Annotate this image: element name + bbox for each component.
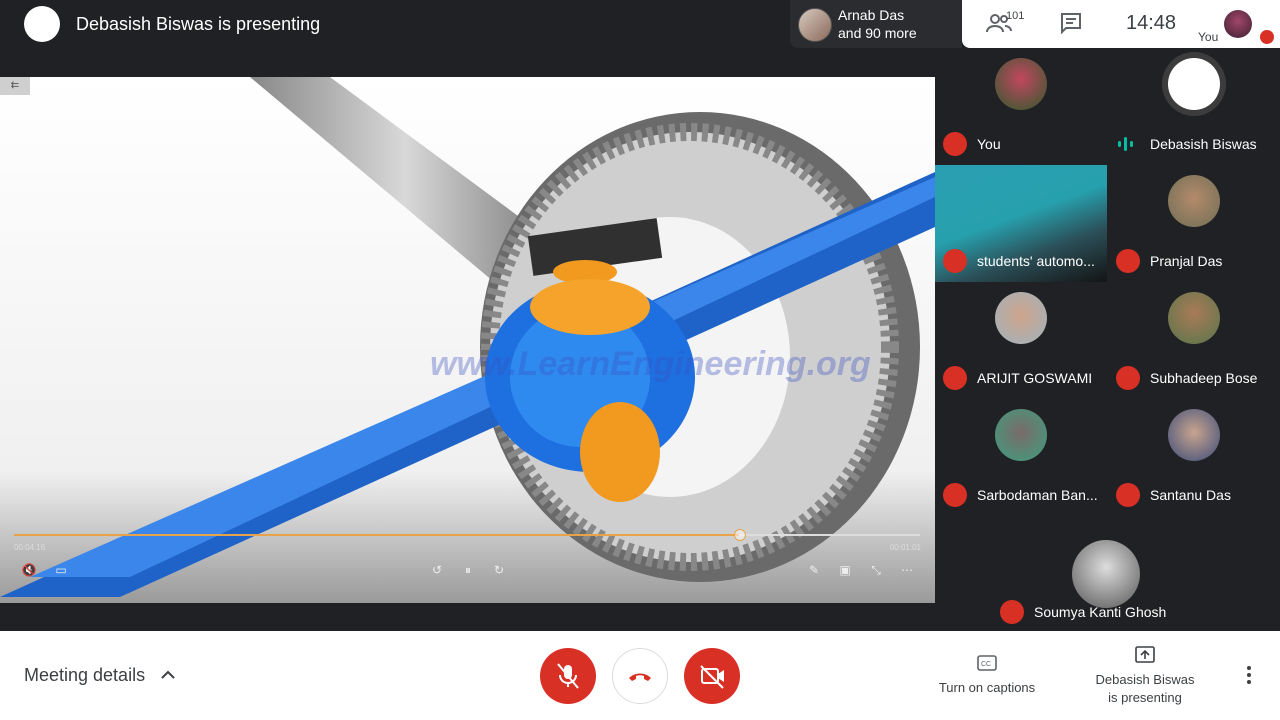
avatar: [995, 292, 1047, 344]
presenter-avatar: [24, 6, 60, 42]
participant-tile[interactable]: Subhadeep Bose: [1108, 282, 1280, 399]
more-options-icon[interactable]: [1242, 665, 1256, 685]
avatar: [1072, 540, 1140, 608]
mic-off-icon: [943, 132, 967, 156]
participant-name: Sarbodaman Ban...: [977, 487, 1098, 503]
self-avatar[interactable]: [1224, 10, 1252, 38]
differential-gear-illustration: www.LearnEngineering.org: [0, 77, 935, 603]
mic-off-icon: [1116, 366, 1140, 390]
mic-off-icon: [1116, 249, 1140, 273]
video-progress-bar[interactable]: [14, 529, 920, 541]
joined-text: Arnab Das and 90 more: [838, 6, 917, 42]
hang-up-icon: [629, 673, 651, 681]
participant-tile[interactable]: Santanu Das: [1108, 399, 1280, 516]
more-options-icon[interactable]: ⋯: [898, 561, 916, 579]
presenter-title: Debasish Biswas is presenting: [76, 14, 321, 34]
avatar: [1168, 409, 1220, 461]
avatar: [1168, 58, 1220, 110]
mic-off-icon: [1260, 30, 1274, 44]
leave-call-button[interactable]: [612, 648, 668, 704]
mic-off-icon: [943, 249, 967, 273]
participant-tile[interactable]: Debasish Biswas: [1108, 48, 1280, 165]
video-total: 00:01:01: [889, 543, 921, 552]
participant-tile-video[interactable]: students' automo...: [935, 165, 1107, 282]
avatar: [995, 58, 1047, 110]
participant-tile[interactable]: Sarbodaman Ban...: [935, 399, 1107, 516]
video-progress-fill: [14, 534, 739, 536]
participant-name: students' automo...: [977, 253, 1095, 269]
top-bar: Debasish Biswas is presenting Arnab Das …: [0, 0, 1280, 48]
volume-mute-icon[interactable]: 🔇: [20, 561, 38, 579]
top-right-toolbox: 101 14:48 You: [962, 0, 1280, 48]
meeting-details-button[interactable]: Meeting details: [24, 665, 145, 686]
presentation-stage[interactable]: www.LearnEngineering.org ⇇ 00:04:16 00:0…: [0, 77, 935, 603]
participant-grid: You Debasish Biswas students' automo... …: [935, 48, 1280, 631]
clock: 14:48: [1126, 12, 1177, 34]
mic-off-icon: [943, 366, 967, 390]
presenting-button[interactable]: Debasish Biswas is presenting: [1090, 671, 1200, 707]
back-button[interactable]: ⇇: [0, 77, 30, 95]
presenting-status: is presenting: [1108, 690, 1182, 705]
speaking-indicator-icon: [1118, 137, 1133, 151]
forward-30-icon[interactable]: ↻: [490, 561, 508, 579]
participant-name: Santanu Das: [1150, 487, 1231, 503]
joined-more: and 90 more: [838, 25, 917, 41]
video-progress-knob[interactable]: [733, 529, 746, 541]
subtitles-icon[interactable]: ▭: [52, 561, 70, 579]
camera-off-icon: [700, 665, 724, 689]
chat-button[interactable]: [1060, 12, 1082, 39]
video-elapsed: 00:04:16: [14, 543, 46, 552]
picture-in-picture-icon[interactable]: ▣: [836, 561, 854, 579]
pause-icon[interactable]: ⏸: [459, 561, 477, 579]
bottom-bar: Meeting details CC Turn on captions Deba…: [0, 631, 1280, 720]
camera-toggle-button[interactable]: [684, 648, 740, 704]
watermark-text: www.LearnEngineering.org: [430, 345, 871, 383]
participant-tile[interactable]: Soumya Kanti Ghosh: [992, 516, 1223, 631]
avatar: [1168, 292, 1220, 344]
recently-joined-chip[interactable]: Arnab Das and 90 more: [790, 0, 962, 48]
rewind-10-icon[interactable]: ↺: [428, 561, 446, 579]
captions-button[interactable]: Turn on captions: [935, 680, 1039, 695]
mic-off-icon: [557, 663, 579, 689]
avatar: [1168, 175, 1220, 227]
participant-name: Pranjal Das: [1150, 253, 1223, 269]
participant-name: ARIJIT GOSWAMI: [977, 370, 1093, 386]
mic-toggle-button[interactable]: [540, 648, 596, 704]
avatar: [995, 409, 1047, 461]
mic-off-icon: [1000, 600, 1024, 624]
participant-tile[interactable]: ARIJIT GOSWAMI: [935, 282, 1107, 399]
people-count: 101: [1006, 10, 1025, 22]
chat-icon: [1061, 13, 1081, 35]
present-screen-icon: [1135, 646, 1155, 663]
pen-icon[interactable]: ✎: [805, 561, 823, 579]
participant-name: You: [977, 136, 1001, 152]
participant-name: Subhadeep Bose: [1150, 370, 1258, 386]
svg-text:CC: CC: [981, 661, 991, 668]
mic-off-icon: [943, 483, 967, 507]
joined-name: Arnab Das: [838, 7, 905, 23]
participant-tile[interactable]: Pranjal Das: [1108, 165, 1280, 282]
participant-name: Soumya Kanti Ghosh: [1034, 604, 1167, 620]
captions-icon: CC: [977, 655, 997, 671]
presenting-name: Debasish Biswas: [1095, 672, 1195, 687]
mic-off-icon: [1116, 483, 1140, 507]
chevron-up-icon[interactable]: [160, 669, 176, 679]
exit-fullscreen-icon[interactable]: ⤡: [867, 561, 885, 579]
participant-name: Debasish Biswas: [1150, 136, 1257, 152]
joined-avatar: [798, 8, 832, 42]
participant-tile[interactable]: You: [935, 48, 1107, 165]
self-label: You: [1198, 30, 1219, 44]
